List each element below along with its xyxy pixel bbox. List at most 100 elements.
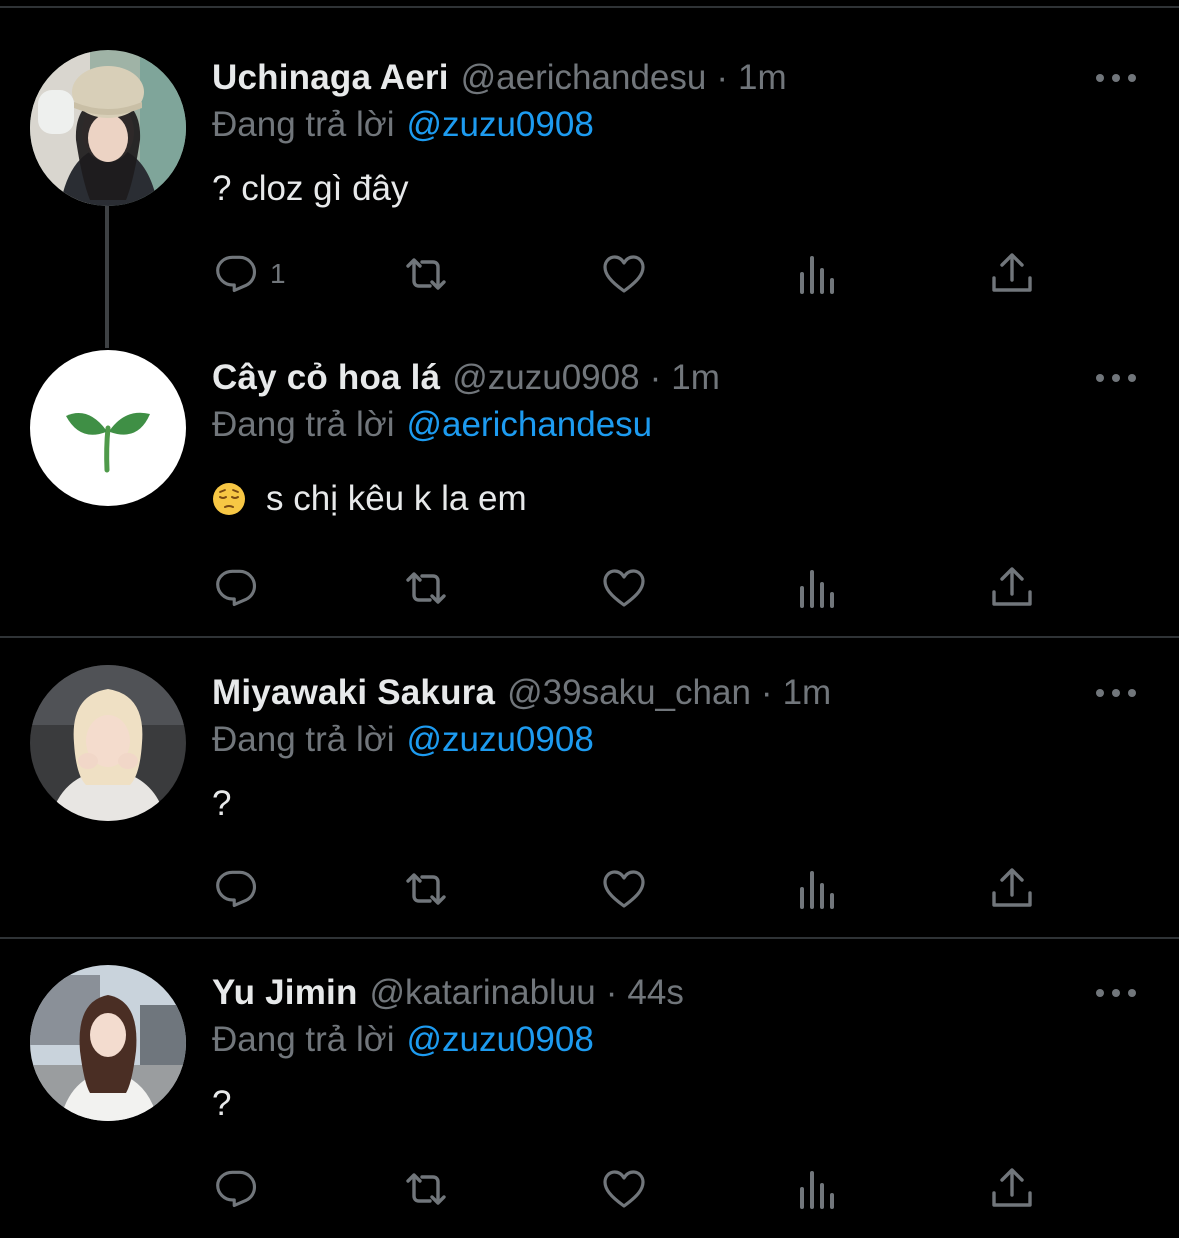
tweet-text-content: ? cloz gì đây xyxy=(212,169,409,208)
share-icon xyxy=(992,567,1032,606)
share-button[interactable] xyxy=(988,1165,1036,1213)
avatar-yu-jimin[interactable] xyxy=(30,965,186,1121)
avatar-miyawaki-sakura[interactable] xyxy=(30,665,186,821)
top-divider xyxy=(0,6,1179,8)
reply-prefix: Đang trả lời xyxy=(212,1020,395,1059)
pensive-face-icon xyxy=(213,483,245,515)
views-icon xyxy=(800,256,834,294)
tweet-text: ? xyxy=(212,1079,231,1129)
more-icon[interactable] xyxy=(1096,368,1136,388)
reply-icon xyxy=(216,870,257,908)
tweet-feed: Uchinaga Aeri @aerichandesu · 1m Đang tr… xyxy=(0,0,1179,1238)
action-bar xyxy=(212,1165,1042,1213)
divider xyxy=(0,937,1179,939)
tweet-text: s chị kêu k la em xyxy=(212,474,527,524)
username[interactable]: @katarinabluu xyxy=(370,973,596,1013)
display-name[interactable]: Yu Jimin xyxy=(212,973,358,1013)
reply-prefix: Đang trả lời xyxy=(212,720,395,759)
avatar-image xyxy=(30,665,186,821)
action-bar: 1 xyxy=(212,250,1042,298)
retweet-button[interactable] xyxy=(402,865,450,913)
separator: · xyxy=(760,673,773,712)
replying-to: Đang trả lời @zuzu0908 xyxy=(212,100,594,150)
share-button[interactable] xyxy=(988,564,1036,612)
reply-button[interactable] xyxy=(212,1165,270,1213)
more-icon[interactable] xyxy=(1096,683,1136,703)
retweet-button[interactable] xyxy=(402,250,450,298)
reply-to-link[interactable]: @zuzu0908 xyxy=(406,1020,593,1060)
username[interactable]: @zuzu0908 xyxy=(452,358,639,398)
action-bar xyxy=(212,564,1042,612)
tweet-text-content: ? xyxy=(212,784,232,823)
views-button[interactable] xyxy=(794,250,842,298)
retweet-icon xyxy=(406,873,446,905)
display-name[interactable]: Miyawaki Sakura xyxy=(212,673,495,713)
separator: · xyxy=(716,58,728,97)
action-bar xyxy=(212,865,1042,913)
like-button[interactable] xyxy=(600,250,648,298)
views-button[interactable] xyxy=(794,1165,842,1213)
display-name[interactable]: Uchinaga Aeri xyxy=(212,58,449,98)
heart-icon xyxy=(603,870,645,908)
sprout-avatar-image xyxy=(30,350,186,506)
heart-icon xyxy=(603,569,645,607)
reply-prefix: Đang trả lời xyxy=(212,405,395,444)
tweet-header: Cây cỏ hoa lá @zuzu0908 · 1m xyxy=(212,350,720,406)
reply-count: 1 xyxy=(270,258,286,289)
avatar-uchinaga-aeri[interactable] xyxy=(30,50,186,206)
tweet-text: ? xyxy=(212,779,231,829)
tweet-header: Uchinaga Aeri @aerichandesu · 1m xyxy=(212,50,787,106)
share-icon xyxy=(992,868,1032,907)
avatar-image xyxy=(30,965,186,1121)
reply-to-link[interactable]: @aerichandesu xyxy=(406,405,652,445)
timestamp[interactable]: 1m xyxy=(783,673,832,713)
timestamp[interactable]: 1m xyxy=(738,58,787,98)
tweet-text: ? cloz gì đây xyxy=(212,164,409,214)
views-icon xyxy=(800,1171,834,1209)
share-icon xyxy=(992,253,1032,292)
share-button[interactable] xyxy=(988,865,1036,913)
tweet-header: Yu Jimin @katarinabluu · 44s xyxy=(212,965,684,1021)
retweet-button[interactable] xyxy=(402,564,450,612)
like-button[interactable] xyxy=(600,865,648,913)
like-button[interactable] xyxy=(600,564,648,612)
timestamp[interactable]: 1m xyxy=(671,358,720,398)
reply-icon xyxy=(216,255,257,293)
more-icon[interactable] xyxy=(1096,983,1136,1003)
reply-to-link[interactable]: @zuzu0908 xyxy=(406,720,593,760)
views-button[interactable] xyxy=(794,865,842,913)
display-name[interactable]: Cây cỏ hoa lá xyxy=(212,358,440,398)
heart-icon xyxy=(603,255,645,293)
tweet-text-content: s chị kêu k la em xyxy=(266,479,527,518)
reply-icon xyxy=(216,1170,257,1208)
like-button[interactable] xyxy=(600,1165,648,1213)
thread-connector xyxy=(105,206,109,348)
reply-icon xyxy=(216,569,257,607)
retweet-button[interactable] xyxy=(402,1165,450,1213)
heart-icon xyxy=(603,1170,645,1208)
retweet-icon xyxy=(406,572,446,604)
username[interactable]: @aerichandesu xyxy=(461,58,707,98)
share-button[interactable] xyxy=(988,250,1036,298)
share-icon xyxy=(992,1168,1032,1207)
views-icon xyxy=(800,871,834,909)
tweet-text-content: ? xyxy=(212,1084,232,1123)
avatar-cay-co-hoa-la[interactable] xyxy=(30,350,186,506)
divider xyxy=(0,636,1179,638)
tweet-header: Miyawaki Sakura @39saku_chan · 1m xyxy=(212,665,831,721)
timestamp[interactable]: 44s xyxy=(627,973,683,1013)
separator: · xyxy=(605,973,618,1012)
reply-button[interactable] xyxy=(212,564,270,612)
more-icon[interactable] xyxy=(1096,68,1136,88)
retweet-icon xyxy=(406,1173,446,1205)
replying-to: Đang trả lời @aerichandesu xyxy=(212,400,652,450)
separator: · xyxy=(649,358,662,397)
reply-button[interactable] xyxy=(212,865,270,913)
avatar-image xyxy=(30,50,186,206)
replying-to: Đang trả lời @zuzu0908 xyxy=(212,1015,594,1065)
reply-prefix: Đang trả lời xyxy=(212,105,395,144)
views-button[interactable] xyxy=(794,564,842,612)
reply-to-link[interactable]: @zuzu0908 xyxy=(406,105,593,145)
username[interactable]: @39saku_chan xyxy=(507,673,751,713)
reply-button[interactable]: 1 xyxy=(212,250,286,298)
